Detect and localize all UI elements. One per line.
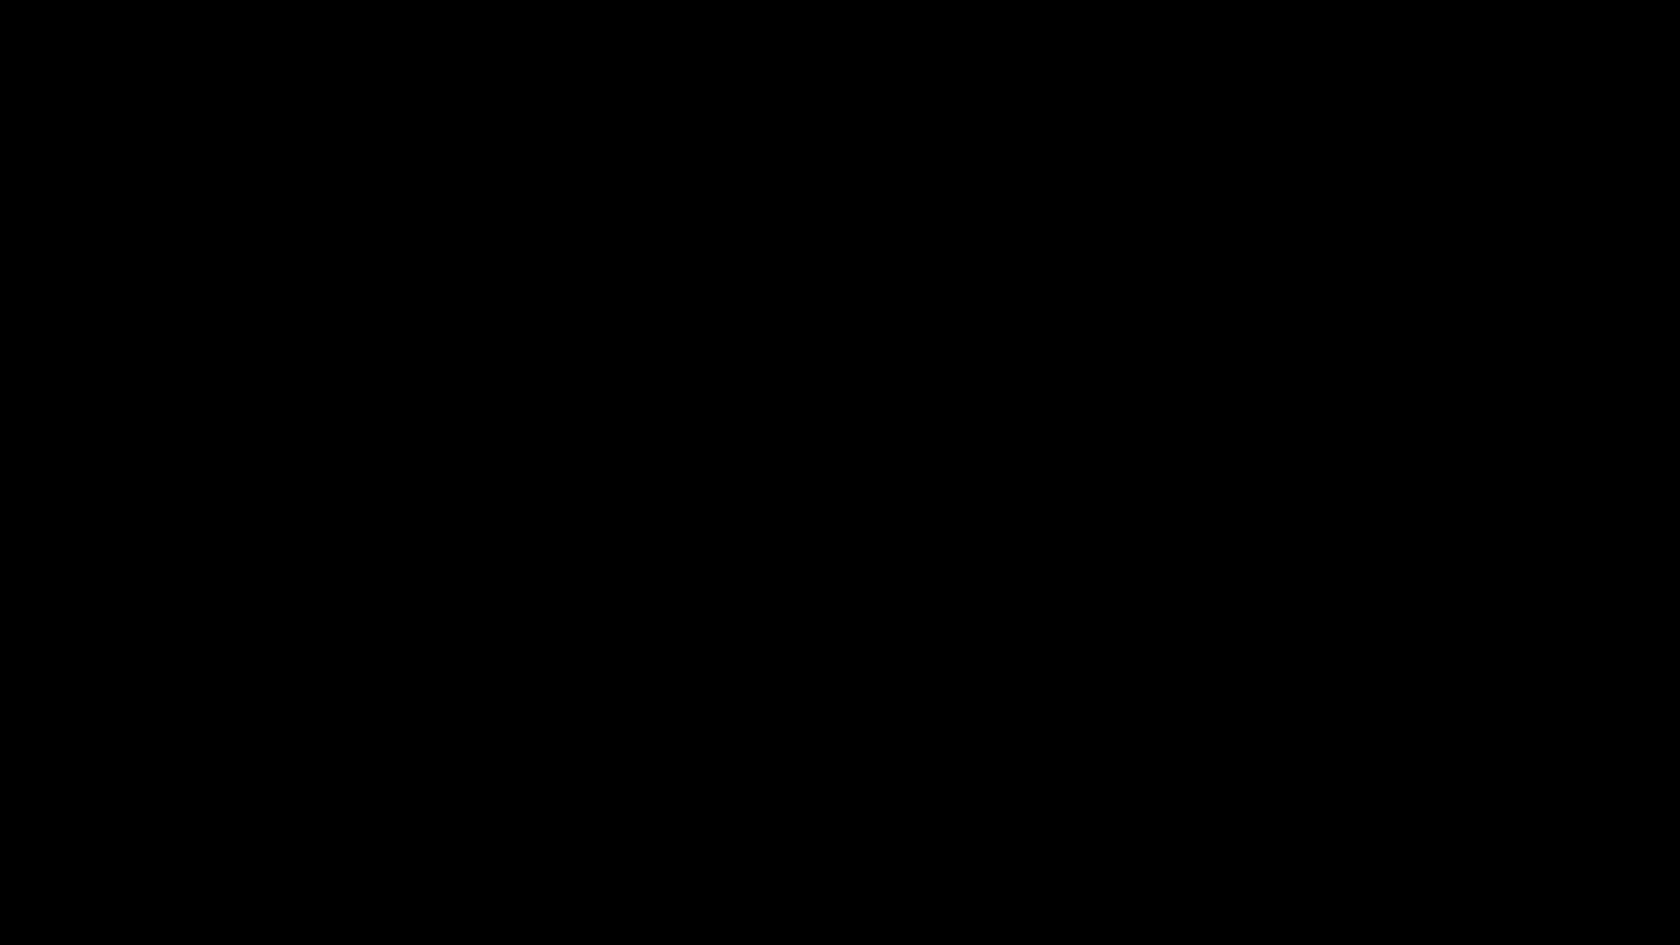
pro-tools-screen	[0, 0, 1680, 945]
